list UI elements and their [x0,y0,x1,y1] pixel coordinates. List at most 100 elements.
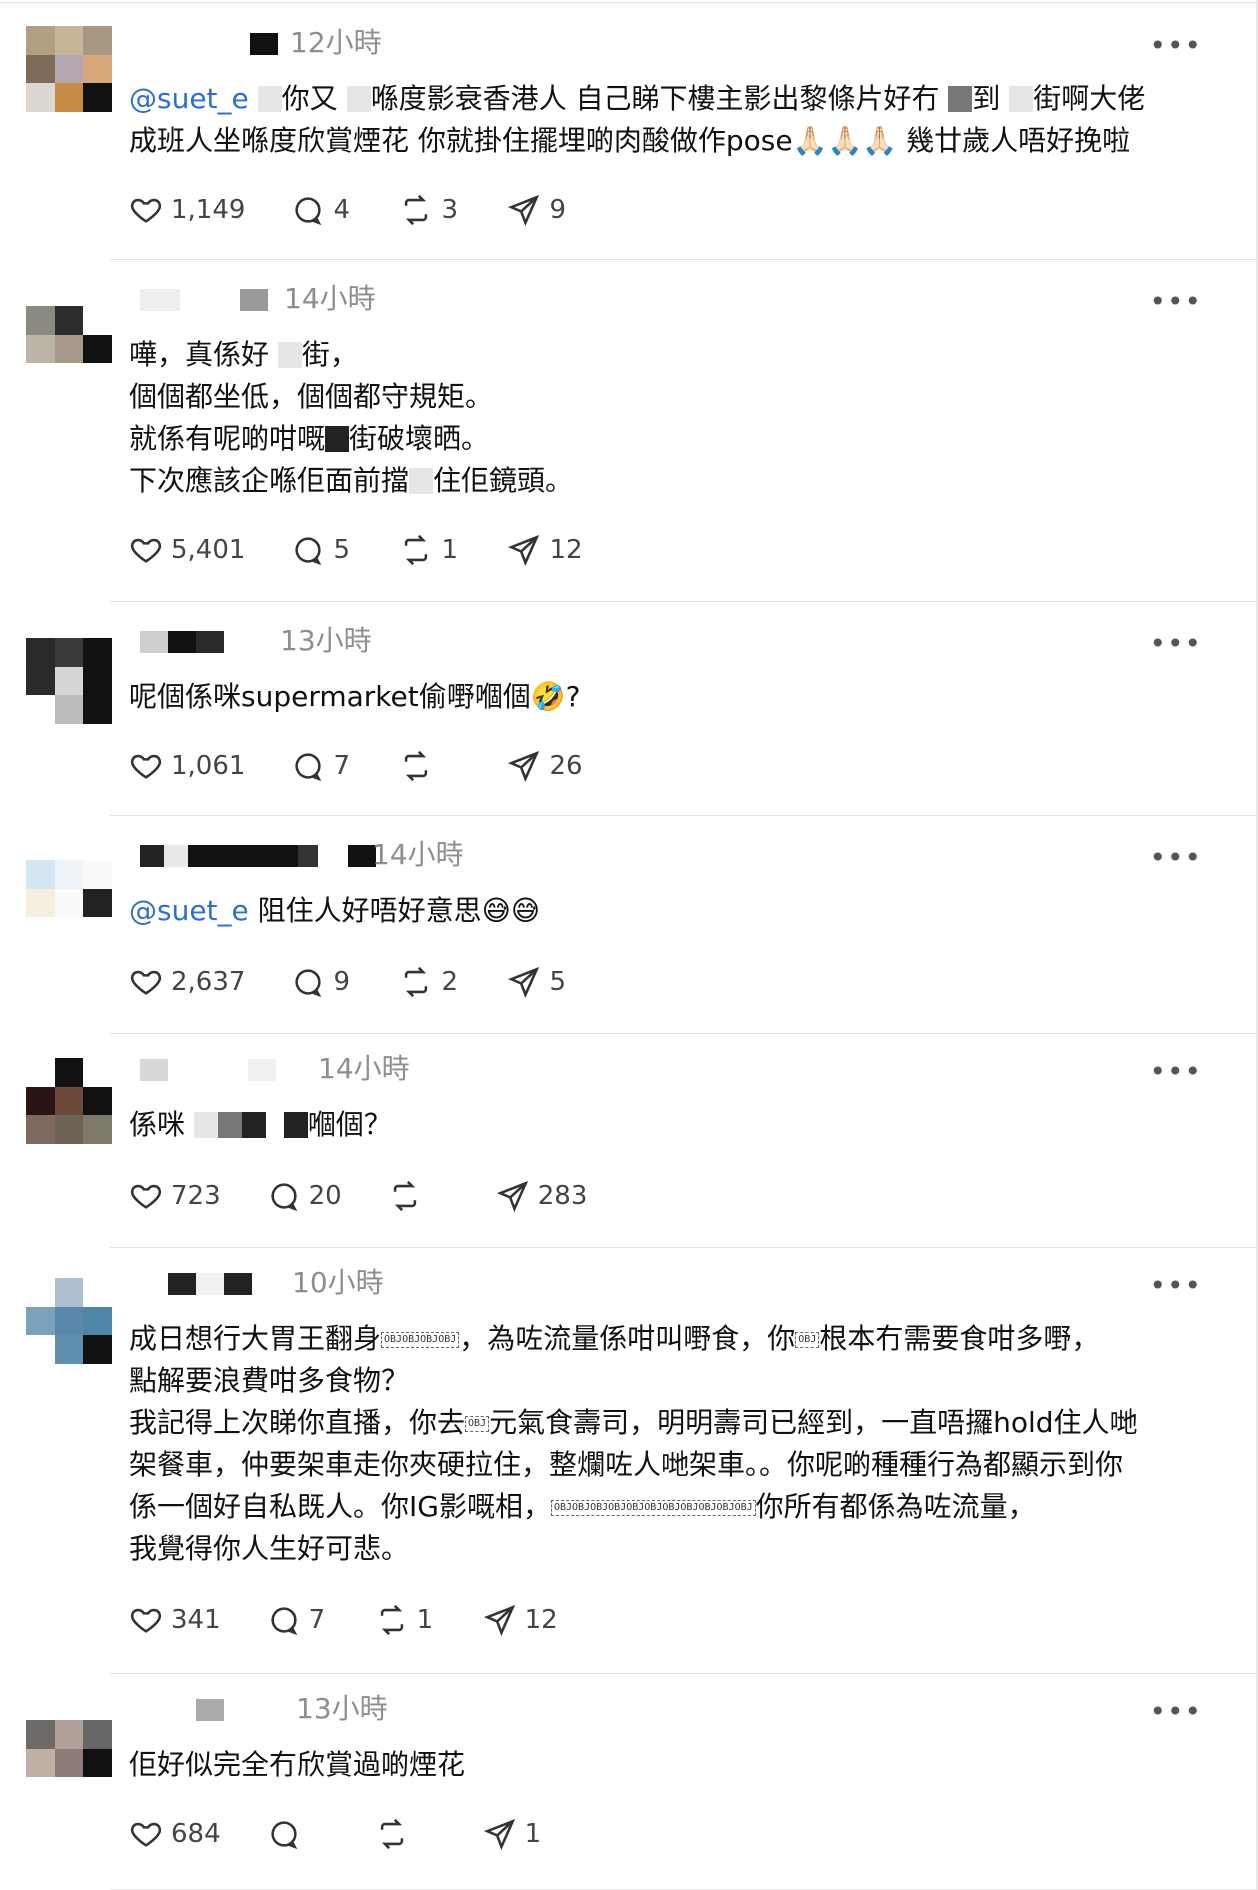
avatar[interactable] [26,860,112,946]
heart-icon [129,749,171,783]
text-segment: 喺度影衰香港人 自己睇下樓主影出黎條片好冇 [370,82,949,115]
heart-icon [129,193,171,227]
share-button[interactable]: 12 [507,533,583,567]
reply-button[interactable]: 20 [267,1179,342,1213]
reply-icon [291,749,333,783]
heart-icon [129,1179,171,1213]
reply-button[interactable]: 5 [291,533,353,567]
repost-button[interactable] [375,1817,437,1851]
repost-button[interactable]: 3 [399,193,461,227]
reply-text: 嘩，真係好 街， 個個都坐低，個個都守規矩。 就係有呢啲咁嘅 街破壞晒。 下次應該… [129,334,1196,502]
reply-icon [291,533,333,567]
censor-block [241,1112,266,1138]
reply-text: 成日想行大胃王翻身 OBJOBJOBJOBJ ，為咗流量係咁叫嘢食，你 OBJ 根本冇需… [129,1318,1196,1570]
more-icon[interactable]: ••• [1149,1272,1202,1300]
text-segment: 成日想行大胃王翻身 [129,1322,382,1355]
share-button[interactable]: 9 [507,193,569,227]
heart-icon [129,1817,171,1851]
action-bar: 723 20 283 [129,1176,633,1216]
username-redacted[interactable] [250,30,278,58]
reply-icon [267,1817,309,1851]
mention-link[interactable]: @suet_e [129,82,249,115]
censor-block [325,426,350,452]
avatar[interactable] [26,1058,112,1144]
username-redacted[interactable] [140,628,224,656]
share-icon [507,749,549,783]
repost-button[interactable] [399,749,461,783]
share-button[interactable]: 1 [483,1817,545,1851]
censor-block [283,1112,308,1138]
reply-post: 14小時 ••• 係咪 嗰個？ 723 20 283 [0,1034,1256,1248]
object-placeholder: OBJOBJOBJOBJ [381,1332,460,1348]
avatar[interactable] [26,306,112,392]
reply-button[interactable] [267,1817,329,1851]
like-button[interactable]: 684 [129,1817,221,1851]
like-button[interactable]: 723 [129,1179,221,1213]
repost-button[interactable]: 1 [375,1603,437,1637]
censor-block [346,86,371,112]
timestamp: 13小時 [280,624,372,657]
action-bar: 5,401 5 1 12 [129,530,629,570]
like-button[interactable]: 2,637 [129,965,245,999]
reply-button[interactable]: 7 [291,749,353,783]
username-redacted[interactable] [140,842,376,870]
share-button[interactable]: 283 [496,1179,587,1213]
text-segment [266,1108,284,1141]
mention-link[interactable]: @suet_e [129,894,249,927]
repost-count: 3 [441,195,458,225]
avatar[interactable] [26,1720,112,1806]
reply-post: 12小時 ••• @suet_e 你又 喺度影衰香港人 自己睇下樓主影出黎條片好冇 … [0,0,1256,260]
action-bar: 684 1 [129,1814,591,1854]
reply-icon [267,1179,309,1213]
share-icon [507,965,549,999]
more-icon[interactable]: ••• [1149,630,1202,658]
more-icon[interactable]: ••• [1149,1698,1202,1726]
repost-count: 1 [416,1605,434,1635]
repost-button[interactable]: 2 [399,965,461,999]
object-placeholder: OBJ [465,1416,490,1432]
timestamp: 14小時 [284,282,376,315]
timestamp: 10小時 [292,1266,384,1299]
username-redacted[interactable] [140,286,268,314]
share-button[interactable]: 26 [507,749,583,783]
reply-post: 14小時 ••• 嘩，真係好 街， 個個都坐低，個個都守規矩。 就係有呢啲咁嘅 街破壞… [0,260,1256,602]
like-button[interactable]: 5,401 [129,533,245,567]
repost-icon [399,749,441,783]
username-redacted[interactable] [196,1696,224,1724]
action-bar: 341 7 1 12 [129,1600,604,1640]
share-button[interactable]: 5 [507,965,569,999]
censor-block [1009,86,1034,112]
more-icon[interactable]: ••• [1149,1058,1202,1086]
avatar[interactable] [26,26,112,112]
repost-button[interactable]: 1 [399,533,461,567]
reply-count: 7 [308,1605,326,1635]
reply-text: @suet_e 阻住人好唔好意思😅😅 [129,890,1196,932]
more-icon[interactable]: ••• [1149,288,1202,316]
like-button[interactable]: 1,149 [129,193,245,227]
share-button[interactable]: 12 [483,1603,558,1637]
more-icon[interactable]: ••• [1149,32,1202,60]
like-button[interactable]: 1,061 [129,749,245,783]
reply-icon [291,965,333,999]
share-count: 12 [524,1605,558,1635]
reply-button[interactable]: 7 [267,1603,329,1637]
heart-icon [129,533,171,567]
more-icon[interactable]: ••• [1149,844,1202,872]
share-count: 1 [524,1819,542,1849]
like-count: 684 [171,1819,221,1849]
reply-post: 13小時 ••• 佢好似完全冇欣賞過啲煙花 684 1 [0,1674,1256,1890]
text-segment: 到 [972,82,1010,115]
username-redacted[interactable] [140,1056,276,1084]
avatar[interactable] [26,638,112,724]
text-segment: 嗰個？ [307,1108,392,1141]
action-bar: 2,637 9 2 5 [129,962,615,1002]
reply-button[interactable]: 4 [291,193,353,227]
reply-button[interactable]: 9 [291,965,353,999]
avatar[interactable] [26,1278,112,1364]
like-button[interactable]: 341 [129,1603,221,1637]
reply-text: @suet_e 你又 喺度影衰香港人 自己睇下樓主影出黎條片好冇 到 街啊大佬 … [129,78,1196,162]
like-count: 341 [171,1605,221,1635]
repost-count: 1 [441,535,458,565]
repost-button[interactable] [388,1179,450,1213]
username-redacted[interactable] [168,1270,252,1298]
